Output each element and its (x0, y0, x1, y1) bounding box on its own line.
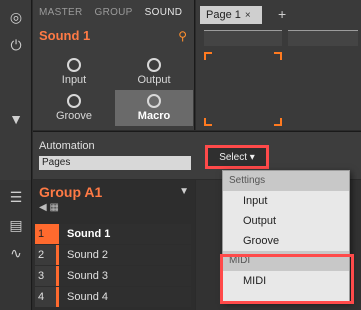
dropdown-item-groove[interactable]: Groove (223, 231, 349, 251)
sound-number: 1 (35, 224, 59, 244)
param-macro-button[interactable]: Macro (115, 90, 193, 126)
tab-group[interactable]: GROUP (88, 7, 138, 18)
focus-corner-icon (274, 52, 282, 60)
sound-number: 3 (35, 266, 59, 286)
output-icon (147, 58, 161, 72)
pages-field[interactable]: Pages (39, 156, 191, 170)
macro-icon (147, 94, 161, 108)
sound-row[interactable]: 2 Sound 2 (35, 245, 191, 265)
param-label: Output (137, 74, 171, 86)
focus-corner-icon (204, 52, 212, 60)
param-input-button[interactable]: Input (35, 54, 113, 90)
sound-name-row: Sound 1 ⚲ (39, 27, 189, 47)
group-name: Group A1 (39, 184, 103, 200)
sound-number: 2 (35, 245, 59, 265)
sound-label: Sound 4 (59, 287, 191, 307)
param-label: Groove (55, 110, 93, 122)
param-groove-button[interactable]: Groove (35, 90, 113, 126)
waveform-icon[interactable]: ∿ (2, 242, 30, 264)
page-tab[interactable]: Page 1 × (200, 6, 262, 24)
dropdown-section-settings: Settings (223, 171, 349, 191)
param-output-button[interactable]: Output (115, 54, 193, 90)
macro-slot-1[interactable] (204, 30, 282, 46)
add-page-button[interactable]: + (278, 6, 286, 22)
sound-row[interactable]: 4 Sound 4 (35, 287, 191, 307)
param-label: Input (61, 74, 87, 86)
sound-parameters-panel: MASTER GROUP SOUND Sound 1 ⚲ Input Outpu… (33, 0, 195, 130)
close-icon[interactable]: × (245, 10, 251, 21)
search-icon[interactable]: ⚲ (178, 29, 187, 43)
group-panel: Group A1 ▼ ◀ ▦ 1 Sound 1 2 Sound 2 3 Sou… (33, 180, 195, 310)
focus-corner-icon (274, 118, 282, 126)
mixer-icon[interactable]: ▤ (2, 214, 30, 236)
macro-slot-2[interactable] (288, 30, 358, 46)
select-dropdown-menu: Settings Input Output Groove MIDI MIDI (220, 170, 354, 304)
sound-number: 4 (35, 287, 59, 307)
browser-strip: ☰ ▤ ∿ (0, 180, 32, 310)
knob-icon[interactable]: ◎ (2, 6, 30, 28)
sound-row[interactable]: 3 Sound 3 (35, 266, 191, 286)
dropdown-item-output[interactable]: Output (223, 211, 349, 231)
chevron-down-icon[interactable]: ▼ (179, 186, 189, 197)
tab-master[interactable]: MASTER (33, 7, 88, 18)
sound-name: Sound 1 (39, 28, 91, 43)
tab-sound[interactable]: SOUND (139, 7, 189, 18)
sound-label: Sound 1 (59, 224, 191, 244)
midi-highlight-frame (220, 254, 354, 304)
list-icon[interactable]: ☰ (2, 186, 30, 208)
sound-row[interactable]: 1 Sound 1 (35, 224, 191, 244)
plug-icon[interactable]: ⏻ (2, 34, 30, 56)
automation-label: Automation (39, 140, 95, 152)
dropdown-item-input[interactable]: Input (223, 191, 349, 211)
page-tab-label: Page 1 (206, 9, 241, 21)
page-area: Page 1 × + (196, 0, 361, 130)
channel-tabs: MASTER GROUP SOUND (33, 0, 195, 24)
input-icon (67, 58, 81, 72)
groove-icon (67, 94, 81, 108)
param-label: Macro (137, 110, 171, 122)
speaker-icon[interactable]: ◀ ▦ (39, 202, 59, 213)
focus-corner-icon (204, 118, 212, 126)
select-button[interactable]: Select ▾ (205, 145, 269, 169)
collapse-icon[interactable]: ▼ (2, 108, 30, 130)
sound-label: Sound 2 (59, 245, 191, 265)
sound-label: Sound 3 (59, 266, 191, 286)
